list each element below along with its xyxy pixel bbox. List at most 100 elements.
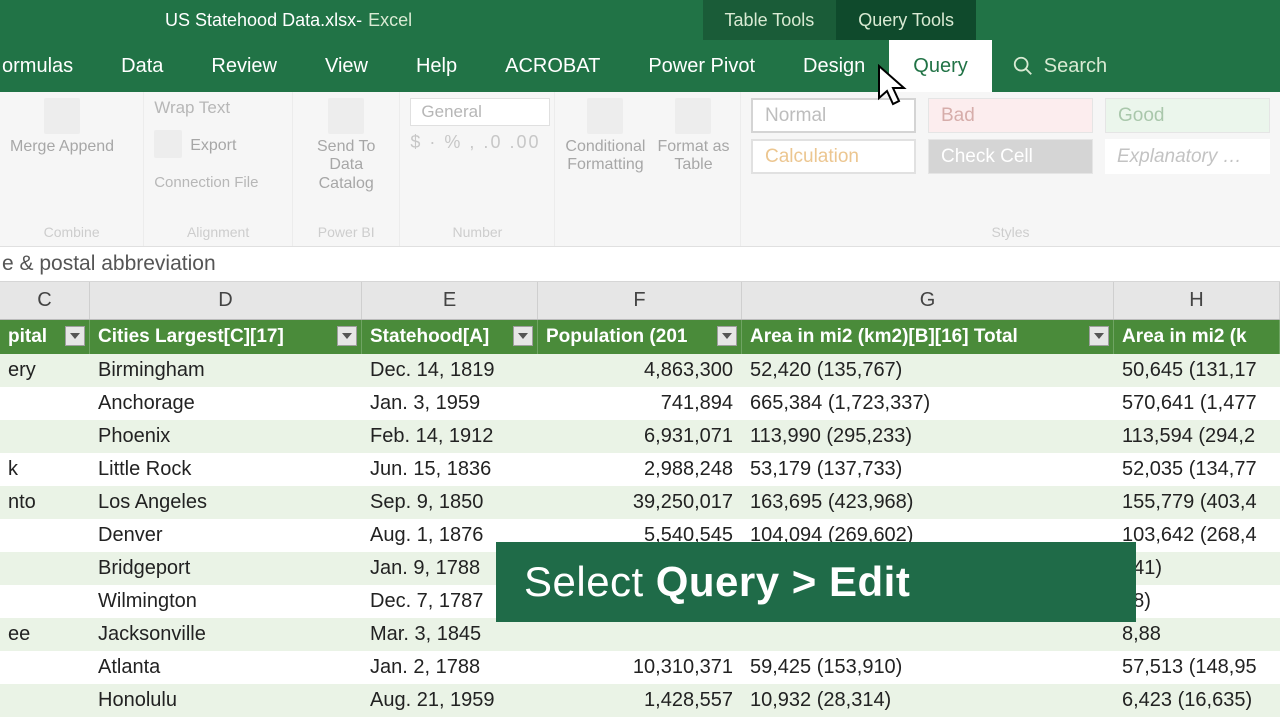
tab-acrobat[interactable]: ACROBAT	[481, 40, 624, 92]
table-cell[interactable]: Phoenix	[90, 420, 362, 453]
filter-dropdown-icon[interactable]	[1089, 326, 1109, 346]
table-cell[interactable]: 52,420 (135,767)	[742, 354, 1114, 387]
table-row[interactable]: eeJacksonvilleMar. 3, 18458,88	[0, 618, 1280, 651]
table-cell[interactable]: Dec. 14, 1819	[362, 354, 538, 387]
table-cell[interactable]: 50,645 (131,17	[1114, 354, 1280, 387]
table-header-statehood[interactable]: Statehood[A]	[362, 320, 538, 354]
table-row[interactable]: ntoLos AngelesSep. 9, 185039,250,017163,…	[0, 486, 1280, 519]
table-header-largest-city[interactable]: Cities Largest[C][17]	[90, 320, 362, 354]
tab-query[interactable]: Query	[889, 40, 991, 92]
table-cell[interactable]: 4,863,300	[538, 354, 742, 387]
table-cell[interactable]: Sep. 9, 1850	[362, 486, 538, 519]
table-row[interactable]: AtlantaJan. 2, 178810,310,37159,425 (153…	[0, 651, 1280, 684]
table-cell[interactable]: 57,513 (148,95	[1114, 651, 1280, 684]
context-tab-query-tools[interactable]: Query Tools	[836, 0, 976, 40]
table-cell[interactable]: Jan. 3, 1959	[362, 387, 538, 420]
table-cell[interactable]: 103,642 (268,4	[1114, 519, 1280, 552]
col-header-d[interactable]: D	[90, 282, 362, 319]
table-cell[interactable]: 6,423 (16,635)	[1114, 684, 1280, 717]
table-cell[interactable]: Atlanta	[90, 651, 362, 684]
filter-dropdown-icon[interactable]	[513, 326, 533, 346]
context-tab-table-tools[interactable]: Table Tools	[703, 0, 837, 40]
table-cell[interactable]	[538, 618, 742, 651]
table-cell[interactable]: Denver	[90, 519, 362, 552]
col-header-c[interactable]: C	[0, 282, 90, 319]
table-cell[interactable]	[0, 387, 90, 420]
table-cell[interactable]: 155,779 (403,4	[1114, 486, 1280, 519]
style-calculation[interactable]: Calculation	[751, 139, 916, 174]
table-cell[interactable]: Jan. 2, 1788	[362, 651, 538, 684]
table-cell[interactable]: Los Angeles	[90, 486, 362, 519]
table-cell[interactable]: k	[0, 453, 90, 486]
export-button[interactable]: Export	[154, 130, 236, 162]
table-cell[interactable]: Birmingham	[90, 354, 362, 387]
table-cell[interactable]: Bridgeport	[90, 552, 362, 585]
style-explanatory[interactable]: Explanatory …	[1105, 139, 1270, 174]
table-header-area-land[interactable]: Area in mi2 (k	[1114, 320, 1280, 354]
tab-data[interactable]: Data	[97, 40, 187, 92]
tell-me-search[interactable]: Search	[992, 40, 1107, 92]
table-cell[interactable]	[0, 519, 90, 552]
table-header-capital[interactable]: pital	[0, 320, 90, 354]
table-cell[interactable]: 665,384 (1,723,337)	[742, 387, 1114, 420]
style-good[interactable]: Good	[1105, 98, 1270, 133]
table-cell[interactable]: 10,310,371	[538, 651, 742, 684]
style-normal[interactable]: Normal	[751, 98, 916, 133]
format-as-table-button[interactable]: Format as Table	[657, 98, 729, 224]
tab-review[interactable]: Review	[187, 40, 301, 92]
table-cell[interactable]: Mar. 3, 1845	[362, 618, 538, 651]
table-cell[interactable]: 6,931,071	[538, 420, 742, 453]
filter-dropdown-icon[interactable]	[717, 326, 737, 346]
table-header-population[interactable]: Population (201	[538, 320, 742, 354]
table-cell[interactable]	[0, 552, 90, 585]
table-cell[interactable]	[742, 618, 1114, 651]
table-row[interactable]: AnchorageJan. 3, 1959741,894665,384 (1,7…	[0, 387, 1280, 420]
style-bad[interactable]: Bad	[928, 98, 1093, 133]
table-header-area-total[interactable]: Area in mi2 (km2)[B][16] Total	[742, 320, 1114, 354]
table-cell[interactable]: 10,932 (28,314)	[742, 684, 1114, 717]
table-cell[interactable]: 741,894	[538, 387, 742, 420]
table-cell[interactable]: 163,695 (423,968)	[742, 486, 1114, 519]
table-cell[interactable]: 113,990 (295,233)	[742, 420, 1114, 453]
table-cell[interactable]: ee	[0, 618, 90, 651]
filter-dropdown-icon[interactable]	[337, 326, 357, 346]
table-cell[interactable]: 53,179 (137,733)	[742, 453, 1114, 486]
table-cell[interactable]: Jacksonville	[90, 618, 362, 651]
col-header-g[interactable]: G	[742, 282, 1114, 319]
send-to-data-catalog-button[interactable]: Send To Data Catalog	[303, 98, 389, 224]
col-header-f[interactable]: F	[538, 282, 742, 319]
number-format-dropdown[interactable]: General	[410, 98, 550, 126]
col-header-e[interactable]: E	[362, 282, 538, 319]
connection-file-button[interactable]: Connection File	[154, 174, 258, 191]
wrap-text-button[interactable]: Wrap Text	[154, 98, 230, 118]
tab-view[interactable]: View	[301, 40, 392, 92]
formula-bar[interactable]: e & postal abbreviation	[0, 247, 1280, 282]
table-cell[interactable]: 113,594 (294,2	[1114, 420, 1280, 453]
tab-help[interactable]: Help	[392, 40, 481, 92]
number-format-buttons[interactable]: $ · % , .0 .00	[410, 132, 544, 153]
table-cell[interactable]: Aug. 21, 1959	[362, 684, 538, 717]
conditional-formatting-button[interactable]: Conditional Formatting	[565, 98, 645, 224]
table-cell[interactable]	[0, 651, 90, 684]
cell-styles-gallery[interactable]: Normal Bad Good Calculation Check Cell E…	[751, 98, 1270, 224]
table-cell[interactable]	[0, 420, 90, 453]
filter-dropdown-icon[interactable]	[65, 326, 85, 346]
table-cell[interactable]: Wilmington	[90, 585, 362, 618]
table-cell[interactable]: 59,425 (153,910)	[742, 651, 1114, 684]
table-cell[interactable]: Feb. 14, 1912	[362, 420, 538, 453]
tab-design[interactable]: Design	[779, 40, 889, 92]
merge-append-button[interactable]: Merge Append	[10, 98, 114, 224]
table-cell[interactable]: Honolulu	[90, 684, 362, 717]
table-cell[interactable]: nto	[0, 486, 90, 519]
table-cell[interactable]: 52,035 (134,77	[1114, 453, 1280, 486]
table-row[interactable]: kLittle RockJun. 15, 18362,988,24853,179…	[0, 453, 1280, 486]
table-cell[interactable]: Little Rock	[90, 453, 362, 486]
table-cell[interactable]: 39,250,017	[538, 486, 742, 519]
table-cell[interactable]	[0, 684, 90, 717]
table-cell[interactable]: Anchorage	[90, 387, 362, 420]
table-cell[interactable]: 570,641 (1,477	[1114, 387, 1280, 420]
table-cell[interactable]: 2,988,248	[538, 453, 742, 486]
table-cell[interactable]: 641)	[1114, 552, 1280, 585]
table-cell[interactable]: 1,428,557	[538, 684, 742, 717]
table-row[interactable]: PhoenixFeb. 14, 19126,931,071113,990 (29…	[0, 420, 1280, 453]
